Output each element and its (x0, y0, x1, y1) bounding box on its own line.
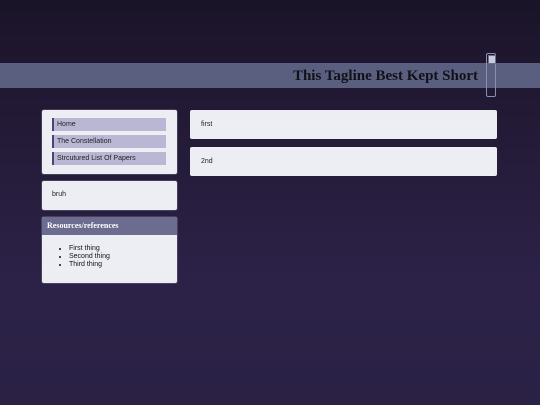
nav-item-structured-list-of-papers[interactable]: Strcutured List Of Papers (52, 152, 166, 165)
image-placeholder-glyph (488, 55, 496, 64)
sidebar-text: bruh (52, 191, 67, 198)
post-text: 2nd (201, 158, 213, 165)
list-item: Third thing (69, 261, 110, 269)
sidebar-text-box: bruh (42, 181, 177, 210)
post-text: first (201, 121, 213, 128)
site-tagline: This Tagline Best Kept Short (292, 68, 478, 84)
nav-item-home[interactable]: Home (52, 118, 166, 131)
post-card: 2nd (190, 147, 497, 176)
nav-item-the-constellation[interactable]: The Constellation (52, 135, 166, 148)
resources-panel: Resources/references First thing Second … (42, 217, 177, 283)
list-item: First thing (69, 245, 110, 253)
resources-title: Resources/references (42, 217, 177, 235)
post-card: first (190, 110, 497, 139)
list-item: Second thing (69, 253, 110, 261)
sidebar-nav: Home The Constellation Strcutured List O… (42, 110, 177, 174)
resources-list: First thing Second thing Third thing (42, 245, 110, 269)
broken-image-icon (486, 53, 496, 97)
